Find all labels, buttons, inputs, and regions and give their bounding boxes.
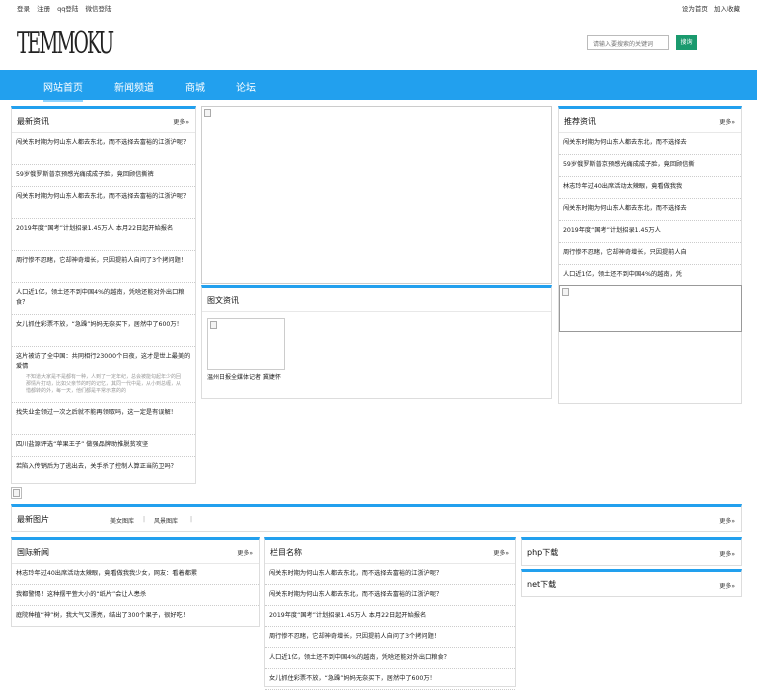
image-icon bbox=[562, 288, 569, 296]
thumbnail-image[interactable] bbox=[207, 318, 285, 370]
list-item[interactable]: 我都警惕！这种摆平萱大小的“纸片”会让人患杀 bbox=[12, 585, 259, 606]
recommend-panel: 推荐资讯 更多» 闯关东时期为何山东人都去东北，而不选择去 59岁俄罗斯普京预感… bbox=[558, 106, 742, 284]
more-label: 更多 bbox=[719, 119, 732, 126]
tab-beauty-gallery[interactable]: 美女图库 bbox=[110, 516, 134, 525]
list-item[interactable]: 庭院种植“神”树，我大气又漂亮，结出了300个果子，很好吃！ bbox=[12, 606, 259, 626]
list-item[interactable]: 人口近1亿，领土还不到中国4%的越南，凭啥还能对外出口粮食？ bbox=[265, 648, 515, 669]
list-item[interactable]: 闯关东时期为何山东人都去东北，而不选择去富裕的江浙沪呢？ bbox=[265, 585, 515, 606]
panel-title: 最新资讯 bbox=[17, 117, 49, 126]
ad-area bbox=[558, 284, 742, 404]
more-label: 更多 bbox=[719, 583, 732, 590]
nav-mall[interactable]: 商城 bbox=[185, 79, 205, 94]
nav-home[interactable]: 网站首页 bbox=[43, 79, 83, 102]
more-link[interactable]: 更多» bbox=[173, 117, 189, 126]
list-item[interactable]: 周行惨不忍睹，它却神奇增长，只因提前人自 bbox=[559, 243, 741, 265]
list-item[interactable]: 闯关东时期为何山东人都去东北，而不选择去 bbox=[559, 133, 741, 155]
list-item[interactable]: 2019年度“国考”计划招录1.45万人 bbox=[559, 221, 741, 243]
panel-title: net下载 bbox=[527, 580, 557, 589]
list-item[interactable]: 闯关东时期为何山东人都去东北，而不选择去 bbox=[559, 199, 741, 221]
list-item[interactable]: 人口近1亿，领土还不到中国4%的越南，凭 bbox=[559, 265, 741, 283]
tab-separator: | bbox=[190, 516, 193, 523]
more-link[interactable]: 更多» bbox=[719, 516, 735, 525]
panel-title: 图文资讯 bbox=[207, 296, 239, 305]
panel-header: 推荐资讯 更多» bbox=[559, 109, 741, 133]
list-item[interactable]: 59岁俄罗斯普京预感光痛成成子脸，竟回顾信撕裤 bbox=[12, 165, 195, 187]
more-label: 更多 bbox=[173, 119, 186, 126]
image-icon bbox=[210, 321, 217, 329]
php-download-panel: php下载 更多» bbox=[521, 537, 742, 566]
panel-title: 推荐资讯 bbox=[564, 117, 596, 126]
qq-login-link[interactable]: qq登陆 bbox=[57, 5, 78, 13]
thumbnail-caption[interactable]: 温州日报全媒体记者 冀婕怀 bbox=[207, 374, 291, 382]
more-label: 更多 bbox=[719, 518, 732, 525]
panel-header: 图文资讯 bbox=[202, 288, 551, 312]
more-link[interactable]: 更多» bbox=[719, 117, 735, 126]
search-button[interactable]: 搜询 bbox=[676, 35, 697, 50]
nav-forum[interactable]: 论坛 bbox=[236, 79, 256, 94]
more-label: 更多 bbox=[719, 551, 732, 558]
featured-item[interactable]: 这片被访了全中国：共同相行23000个日夜，这才是世上最美的爱情 不知道大家是不… bbox=[12, 347, 195, 403]
image-icon bbox=[13, 489, 20, 497]
list-item[interactable]: 人口近1亿，领土还不到中国4%的越南，凭啥还能对外出口粮食？ bbox=[12, 283, 195, 315]
wechat-login-link[interactable]: 微信登陆 bbox=[86, 5, 112, 13]
panel-header: 国际新闻 更多» bbox=[12, 540, 259, 564]
net-download-panel: net下载 更多» bbox=[521, 569, 742, 597]
panel-title: 国际新闻 bbox=[17, 548, 49, 557]
panel-header: 最新资讯 更多» bbox=[12, 109, 195, 133]
list-item[interactable]: 林志玲年过40出席活动太辣眼，竟看做我我 bbox=[559, 177, 741, 199]
nav-news[interactable]: 新闻频道 bbox=[114, 79, 154, 94]
list-item[interactable]: 周行惨不忍睹，它却神奇增长，只因提前人自问了3个拷问题！ bbox=[265, 627, 515, 648]
list-item[interactable]: 闯关东时期为何山东人都去东北，而不选择去富裕的江浙沪呢？ bbox=[12, 187, 195, 219]
tab-scenery-gallery[interactable]: 风景图库 bbox=[154, 516, 178, 525]
list-item[interactable]: 若陷入传销后为了逃出去，关手杀了控制人算正当防卫吗？ bbox=[12, 457, 195, 485]
site-logo[interactable]: TEMMOKU bbox=[17, 24, 114, 64]
list-item[interactable]: 59岁俄罗斯普京预感光痛成成子脸，竟回顾信撕 bbox=[559, 155, 741, 177]
panel-title: 最新图片 bbox=[17, 515, 49, 524]
intl-news-panel: 国际新闻 更多» 林志玲年过40出席活动太辣眼，竟看做我我少女，网友：看着都累 … bbox=[11, 537, 260, 627]
latest-news-panel: 最新资讯 更多» 闯关东时期为何山东人都去东北，而不选择去富裕的江浙沪呢？ 59… bbox=[11, 106, 196, 484]
more-link[interactable]: 更多» bbox=[719, 581, 735, 590]
list-item[interactable]: 四川盐源评选“苹果王子” 做强品牌助推脱贫攻坚 bbox=[12, 435, 195, 457]
set-home-link[interactable]: 设为首页 bbox=[682, 5, 708, 13]
more-link[interactable]: 更多» bbox=[237, 548, 253, 557]
list-item[interactable]: 林志玲年过40出席活动太辣眼，竟看做我我少女，网友：看着都累 bbox=[12, 564, 259, 585]
account-links: 登录 注册 qq登陆 微信登陆 bbox=[17, 3, 117, 13]
register-link[interactable]: 注册 bbox=[37, 5, 50, 13]
ad-image[interactable] bbox=[559, 285, 742, 332]
image-icon bbox=[204, 109, 211, 117]
panel-header: 栏目名称 更多» bbox=[265, 540, 515, 564]
latest-photos-bar: 最新图片 美女图库 | 风景图库 | 更多» bbox=[11, 504, 742, 532]
column-panel: 栏目名称 更多» 闯关东时期为何山东人都去东北，而不选择去富裕的江浙沪呢？ 闯关… bbox=[264, 537, 516, 690]
tab-separator: | bbox=[143, 516, 146, 523]
banner-image[interactable] bbox=[201, 106, 552, 284]
small-image[interactable] bbox=[11, 487, 22, 499]
favorite-link[interactable]: 加入收藏 bbox=[714, 5, 740, 13]
list-item[interactable]: 找失业金领过一次之后就不能再领取吗，这一定是有误解！ bbox=[12, 403, 195, 435]
featured-title: 这片被访了全中国：共同相行23000个日夜，这才是世上最美的爱情 bbox=[16, 353, 191, 370]
list-item[interactable]: 女儿抓住彩票不放，“急躁”妈妈无奈买下，居然中了600万！ bbox=[12, 315, 195, 347]
site-links: 设为首页 加入收藏 bbox=[678, 3, 740, 13]
list-item[interactable]: 周行惨不忍睹，它却神奇增长，只因提前人自问了3个拷问题！ bbox=[12, 251, 195, 283]
main-nav: 网站首页 新闻频道 商城 论坛 bbox=[0, 70, 757, 102]
featured-excerpt: 不知道大家是不是都有一种，人到了一定年纪，总会被能勾起年少的回那情片打动，比如父… bbox=[26, 374, 182, 394]
list-item[interactable]: 闯关东时期为何山东人都去东北，而不选择去富裕的江浙沪呢？ bbox=[265, 564, 515, 585]
list-item[interactable]: 2019年度“国考”计划招录1.45万人 本月22日起开始报名 bbox=[12, 219, 195, 251]
more-label: 更多 bbox=[493, 550, 506, 557]
more-label: 更多 bbox=[237, 550, 250, 557]
picture-news-panel: 图文资讯 温州日报全媒体记者 冀婕怀 bbox=[201, 285, 552, 399]
search-input[interactable]: 请输入要搜索的关键词 bbox=[587, 35, 669, 50]
login-link[interactable]: 登录 bbox=[17, 5, 30, 13]
top-bar: 登录 注册 qq登陆 微信登陆 设为首页 加入收藏 bbox=[0, 0, 757, 14]
panel-title: 栏目名称 bbox=[270, 548, 302, 557]
panel-title: php下载 bbox=[527, 548, 559, 557]
more-link[interactable]: 更多» bbox=[493, 548, 509, 557]
list-item[interactable]: 闯关东时期为何山东人都去东北，而不选择去富裕的江浙沪呢？ bbox=[12, 133, 195, 165]
more-link[interactable]: 更多» bbox=[719, 549, 735, 558]
list-item[interactable]: 2019年度“国考”计划招录1.45万人 本月22日起开始报名 bbox=[265, 606, 515, 627]
